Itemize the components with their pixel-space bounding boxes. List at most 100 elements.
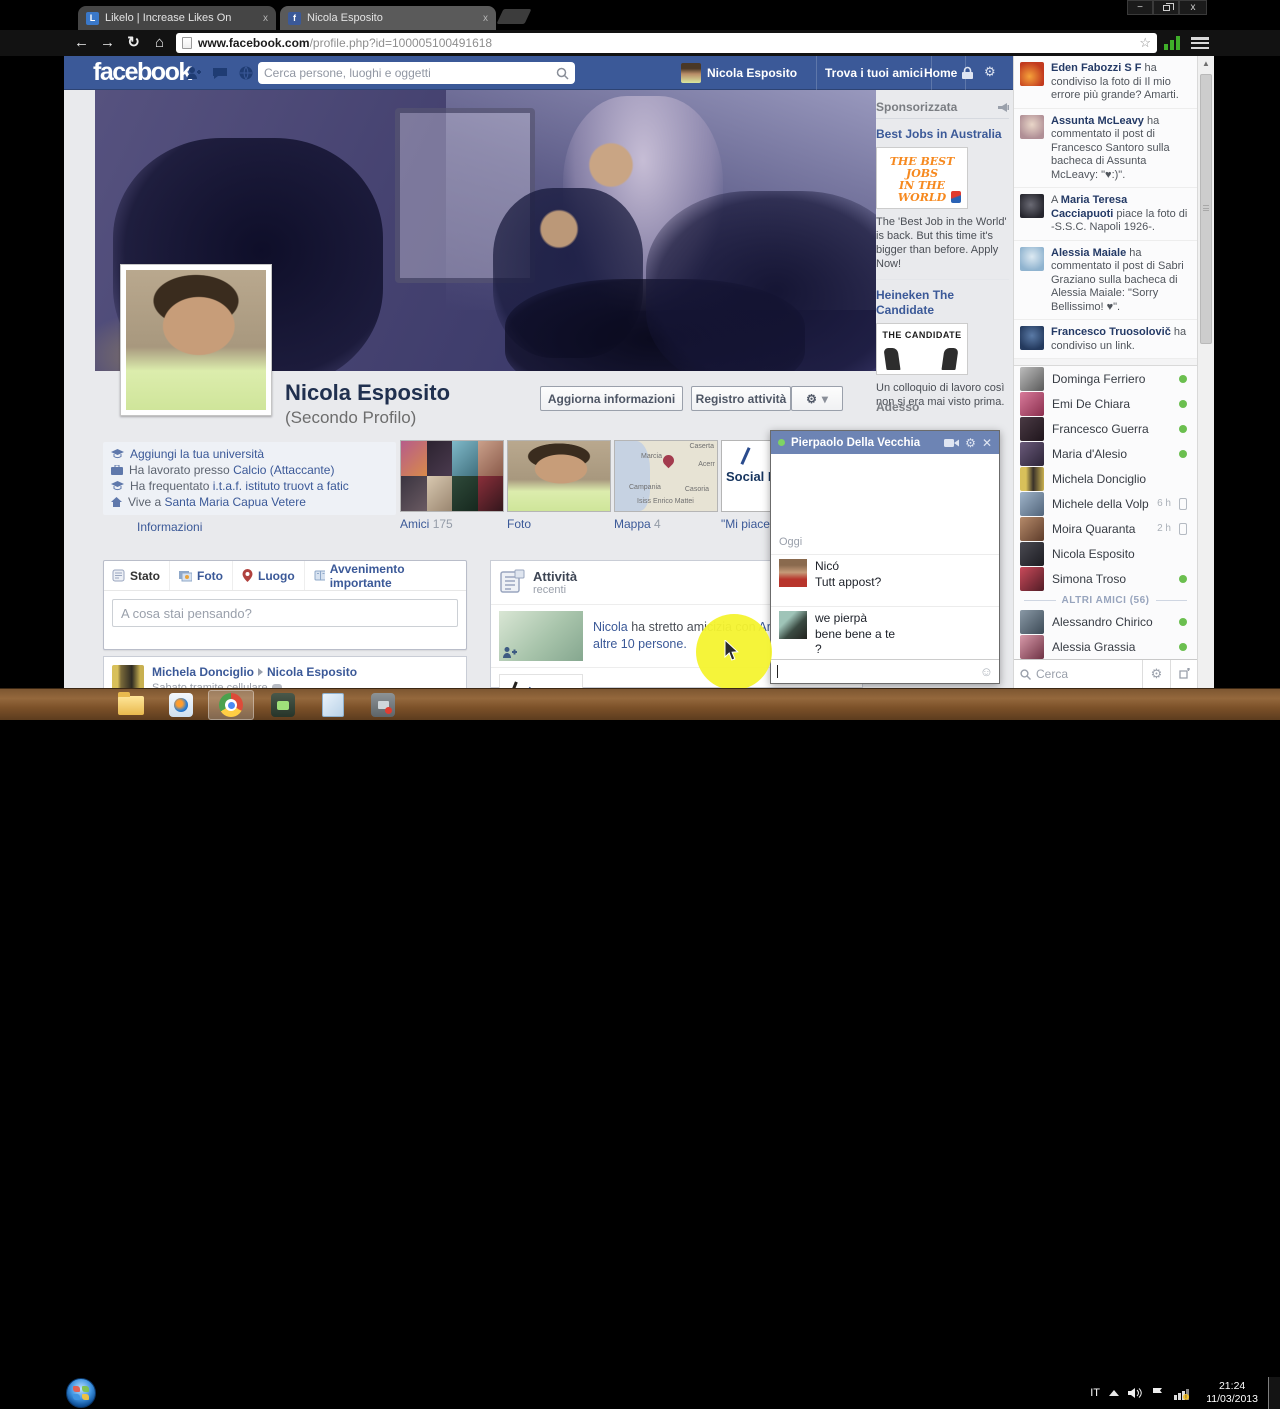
likelo-extension-icon[interactable] [1164,36,1182,50]
friend-requests-icon[interactable] [186,65,202,81]
start-button[interactable] [66,1378,96,1408]
facebook-search[interactable] [258,62,575,84]
chat-friend[interactable]: Dominga Ferriero [1014,366,1197,391]
about-row-city[interactable]: Vive a Santa Maria Capua Vetere [111,494,388,510]
composer-tab-place[interactable]: Luogo [233,561,305,590]
ticker-item[interactable]: Alessia Maiale ha commentato il post di … [1014,241,1197,321]
tile-photos[interactable]: Foto [507,440,611,531]
ticker-item[interactable]: Eden Fabozzi S F ha condiviso la foto di… [1014,56,1197,109]
tab-facebook[interactable]: f Nicola Esposito x [280,6,496,30]
minimize-button[interactable]: − [1127,0,1153,15]
forward-button[interactable]: → [96,32,119,53]
chat-message-input[interactable]: ☺ [771,659,999,683]
restore-button[interactable] [1153,0,1179,15]
back-button[interactable]: ← [70,32,93,53]
notepad-icon [322,693,344,717]
profile-settings-button[interactable]: ⚙ ▾ [791,386,843,411]
chat-friend[interactable]: Francesco Guerra [1014,416,1197,441]
new-tab-button[interactable] [497,9,532,24]
action-center-flag-icon[interactable] [1151,1387,1165,1399]
chat-close-icon[interactable]: ✕ [982,436,992,450]
header-profile-link[interactable]: Nicola Esposito [681,56,797,90]
taskbar-media-player-button[interactable] [158,690,204,720]
status-input[interactable] [112,599,458,627]
chat-friend[interactable]: Simona Troso [1014,566,1197,591]
chat-partner-name: Pierpaolo Della Vecchia [791,437,938,449]
chat-friend[interactable]: Maria d'Alesio [1014,441,1197,466]
avatar [1020,542,1044,566]
taskbar-clock[interactable]: 21:24 11/03/2013 [1206,1380,1258,1406]
scroll-up-arrow[interactable]: ▲ [1198,56,1214,72]
activity-thumbnail [499,611,583,661]
update-info-button[interactable]: Aggiorna informazioni [540,386,683,411]
ad-best-jobs[interactable]: Best Jobs in Australia THE BEST JOBSIN T… [876,119,1009,280]
chat-settings-gear-icon[interactable]: ⚙ [1142,660,1170,688]
composer-tab-life-event[interactable]: Avvenimento importante [305,561,458,590]
page-scrollbar[interactable]: ▲ [1197,56,1214,688]
tab-close-icon[interactable]: x [483,13,488,24]
ad-image: THE BEST JOBSIN THE WORLD THERE'S NOTHIN… [876,147,968,209]
activity-title: Attività [533,569,577,584]
privacy-lock-icon[interactable] [960,66,976,82]
ad-heineken[interactable]: Heineken The Candidate THE CANDIDATE Un … [876,280,1009,417]
show-desktop-button[interactable] [1268,1377,1280,1409]
taskbar-capture-button[interactable] [360,690,406,720]
address-bar[interactable]: www.facebook.com /profile.php?id=1000051… [176,33,1157,53]
taskbar-explorer-button[interactable] [108,690,154,720]
chat-friend[interactable]: Michele della Volpe6 h [1014,491,1197,516]
facebook-search-input[interactable] [264,66,556,80]
profile-picture[interactable] [120,264,272,416]
reload-button[interactable]: ↻ [122,32,145,53]
ad-title[interactable]: Heineken The Candidate [876,288,1009,318]
home-button[interactable]: ⌂ [148,32,171,53]
tab-likelo[interactable]: L Likelo | Increase Likes On x [78,6,276,30]
video-call-icon[interactable] [944,438,959,448]
info-link[interactable]: Informazioni [137,520,202,534]
chat-search-field[interactable] [1014,660,1142,688]
ad-title[interactable]: Best Jobs in Australia [876,127,1009,142]
tab-close-icon[interactable]: x [263,13,268,24]
ticker-item[interactable]: A Maria Teresa Cacciapuoti piace la foto… [1014,188,1197,241]
chat-search-input[interactable] [1036,667,1136,681]
messages-icon[interactable] [212,65,228,81]
taskbar-notepad-button[interactable] [310,690,356,720]
add-friend-to-chat-icon[interactable] [1170,660,1198,688]
post-author-link[interactable]: Michela Donciglio [152,665,254,679]
facebook-logo[interactable]: facebook [93,58,191,87]
browser-menu-icon[interactable] [1191,37,1209,49]
composer-tab-photo[interactable]: Foto [170,561,233,590]
post-target-link[interactable]: Nicola Esposito [267,665,357,679]
chat-friend[interactable]: Alessia Grassia [1014,634,1197,659]
ticker-item[interactable]: Assunta McLeavy ha commentato il post di… [1014,109,1197,189]
tile-friends[interactable]: Amici 175 [400,440,504,531]
tile-map[interactable]: Caserta Marcia Acerr Campania Casoria Is… [614,440,718,531]
activity-log-button[interactable]: Registro attività [691,386,791,411]
chat-friend[interactable]: Alessandro Chirico [1014,609,1197,634]
settings-gear-icon[interactable]: ⚙ [984,64,1000,80]
volume-icon[interactable] [1128,1387,1142,1399]
chat-friend[interactable]: Emi De Chiara [1014,391,1197,416]
chat-settings-gear-icon[interactable]: ⚙ [965,436,976,450]
language-indicator[interactable]: IT [1090,1387,1100,1399]
taskbar-screen-recorder-button[interactable] [260,690,306,720]
taskbar-chrome-button[interactable] [208,690,254,720]
chat-friend[interactable]: Nicola Esposito [1014,541,1197,566]
notifications-globe-icon[interactable] [238,65,254,81]
chat-friend[interactable]: Michela Donciglio [1014,466,1197,491]
close-button[interactable]: x [1179,0,1207,15]
status-icon [112,569,125,582]
hidden-icons-arrow[interactable] [1109,1390,1119,1396]
network-icon[interactable]: ! [1174,1387,1190,1400]
find-friends-link[interactable]: Trova i tuoi amici [808,56,940,90]
ticker-item[interactable]: Francesco Truosolovič ha condiviso un li… [1014,320,1197,359]
bookmark-star-icon[interactable]: ☆ [1139,35,1151,51]
chat-friend[interactable]: Moira Quaranta2 h [1014,516,1197,541]
composer-tab-status[interactable]: Stato [112,561,170,590]
about-row-work[interactable]: Ha lavorato presso Calcio (Attaccante) [111,462,388,478]
scrollbar-thumb[interactable] [1200,74,1212,344]
chat-window-header[interactable]: Pierpaolo Della Vecchia ⚙ ✕ [771,431,999,454]
about-row-school[interactable]: Ha frequentato i.t.a.f. istituto truovt … [111,478,388,494]
emoticon-icon[interactable]: ☺ [980,664,993,679]
about-row-university[interactable]: Aggiungi la tua università [111,446,388,462]
ticker-resize-handle[interactable] [1014,359,1197,366]
